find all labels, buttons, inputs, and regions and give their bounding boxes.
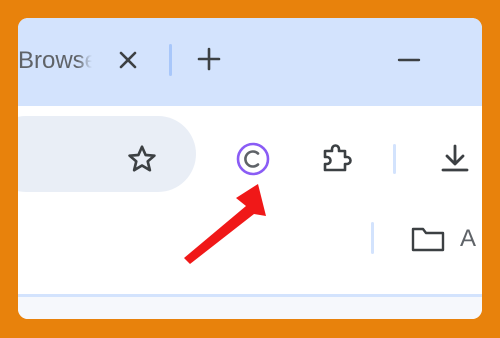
tab-strip: Browser [18, 18, 482, 106]
extensions-menu-button[interactable] [318, 140, 356, 178]
minimize-icon [397, 58, 421, 62]
red-arrow-annotation [184, 184, 266, 264]
toolbar-separator [393, 144, 396, 174]
new-tab-button[interactable] [194, 44, 224, 74]
tab-title[interactable]: Browser [18, 47, 92, 75]
page-content [18, 297, 482, 319]
bookmarks-separator [371, 222, 374, 254]
tab-separator [169, 44, 172, 76]
browser-window: Browser [18, 18, 482, 319]
bookmark-folder[interactable]: A [410, 224, 482, 254]
copyright-extension-button[interactable] [234, 140, 272, 178]
folder-icon [411, 227, 445, 252]
close-icon [119, 51, 137, 69]
download-icon [441, 144, 469, 172]
bookmark-folder-label: A [460, 225, 477, 252]
tab-close-button[interactable] [114, 46, 142, 74]
address-bar[interactable] [18, 116, 196, 192]
bookmark-star-button[interactable] [124, 141, 160, 177]
star-icon [128, 145, 156, 172]
plus-icon [197, 47, 221, 71]
downloads-button[interactable] [436, 140, 474, 178]
copyright-icon [236, 142, 270, 176]
minimize-button[interactable] [394, 44, 424, 74]
puzzle-icon [323, 144, 352, 172]
